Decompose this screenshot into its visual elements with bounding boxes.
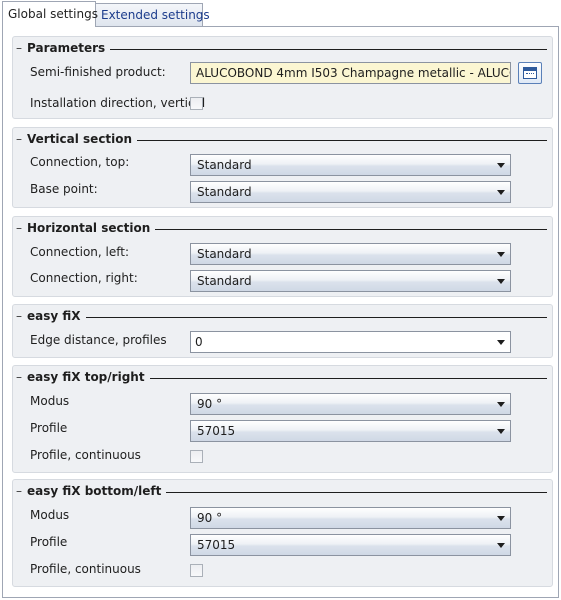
profile-continuous-label: Profile, continuous <box>30 562 141 576</box>
profile-label: Profile <box>30 421 68 435</box>
chevron-down-icon <box>497 516 505 521</box>
edge-distance-label: Edge distance, profiles <box>30 333 167 347</box>
connection-top-value: Standard <box>197 158 252 172</box>
profile-top-right-dropdown[interactable]: 57015 <box>190 420 511 442</box>
modus-value: 90 ° <box>197 397 223 411</box>
chevron-down-icon <box>497 279 505 284</box>
base-point-dropdown[interactable]: Standard <box>190 181 511 203</box>
base-point-value: Standard <box>197 185 252 199</box>
chevron-down-icon <box>497 163 505 168</box>
base-point-label: Base point: <box>30 182 98 196</box>
edge-distance-combo[interactable]: 0 <box>190 331 511 353</box>
minus-icon[interactable]: – <box>16 484 26 498</box>
group-title: easy fiX top/right <box>27 370 150 385</box>
profile-value: 57015 <box>197 538 236 552</box>
connection-right-label: Connection, right: <box>30 271 138 285</box>
group-title: Vertical section <box>27 132 138 147</box>
chevron-down-icon <box>497 252 505 257</box>
table-browse-icon <box>523 67 537 79</box>
semi-finished-product-label: Semi-finished product: <box>30 65 166 79</box>
modus-bottom-left-dropdown[interactable]: 90 ° <box>190 507 511 529</box>
group-title: easy fiX bottom/left <box>27 484 167 499</box>
minus-icon[interactable]: – <box>16 221 26 235</box>
divider <box>27 317 547 318</box>
connection-left-label: Connection, left: <box>30 245 130 259</box>
edge-distance-value: 0 <box>195 335 203 349</box>
group-easy-fix-bottom-left: – easy fiX bottom/left Modus 90 ° Profil… <box>12 479 553 587</box>
modus-top-right-dropdown[interactable]: 90 ° <box>190 393 511 415</box>
group-vertical-section: – Vertical section Connection, top: Stan… <box>12 127 553 208</box>
chevron-down-icon <box>497 190 505 195</box>
connection-top-dropdown[interactable]: Standard <box>190 154 511 176</box>
group-parameters: – Parameters Semi-finished product: ALUC… <box>12 36 553 119</box>
profile-label: Profile <box>30 535 68 549</box>
semi-finished-product-field[interactable]: ALUCOBOND 4mm I503 Champagne metallic - … <box>190 62 511 84</box>
connection-right-dropdown[interactable]: Standard <box>190 270 511 292</box>
settings-panel: – Parameters Semi-finished product: ALUC… <box>2 26 559 598</box>
connection-left-dropdown[interactable]: Standard <box>190 243 511 265</box>
group-title: easy fiX <box>27 309 86 324</box>
connection-top-label: Connection, top: <box>30 155 130 169</box>
semi-finished-product-value: ALUCOBOND 4mm I503 Champagne metallic - … <box>196 66 510 80</box>
connection-right-value: Standard <box>197 274 252 288</box>
modus-value: 90 ° <box>197 511 223 525</box>
tab-bar: Global settings Extended settings <box>0 0 561 27</box>
connection-left-value: Standard <box>197 247 252 261</box>
modus-label: Modus <box>30 508 70 522</box>
chevron-down-icon <box>497 340 505 345</box>
profile-continuous-label: Profile, continuous <box>30 448 141 462</box>
profile-continuous-top-right-checkbox[interactable] <box>190 450 203 463</box>
tab-extended-settings[interactable]: Extended settings <box>95 3 210 26</box>
installation-direction-label: Installation direction, vertical <box>30 96 206 110</box>
chevron-down-icon <box>497 402 505 407</box>
minus-icon[interactable]: – <box>16 41 26 55</box>
minus-icon[interactable]: – <box>16 309 26 323</box>
minus-icon[interactable]: – <box>16 132 26 146</box>
browse-semi-finished-button[interactable] <box>518 62 542 84</box>
modus-label: Modus <box>30 394 70 408</box>
group-title: Parameters <box>27 41 111 56</box>
profile-value: 57015 <box>197 424 236 438</box>
profile-bottom-left-dropdown[interactable]: 57015 <box>190 534 511 556</box>
group-easy-fix-top-right: – easy fiX top/right Modus 90 ° Profile … <box>12 365 553 473</box>
group-title: Horizontal section <box>27 221 156 236</box>
group-easy-fix: – easy fiX Edge distance, profiles 0 <box>12 304 553 358</box>
profile-continuous-bottom-left-checkbox[interactable] <box>190 564 203 577</box>
minus-icon[interactable]: – <box>16 370 26 384</box>
tab-global-settings[interactable]: Global settings <box>2 1 98 27</box>
chevron-down-icon <box>497 429 505 434</box>
group-horizontal-section: – Horizontal section Connection, left: S… <box>12 216 553 297</box>
installation-direction-checkbox[interactable] <box>190 97 203 110</box>
chevron-down-icon <box>497 543 505 548</box>
